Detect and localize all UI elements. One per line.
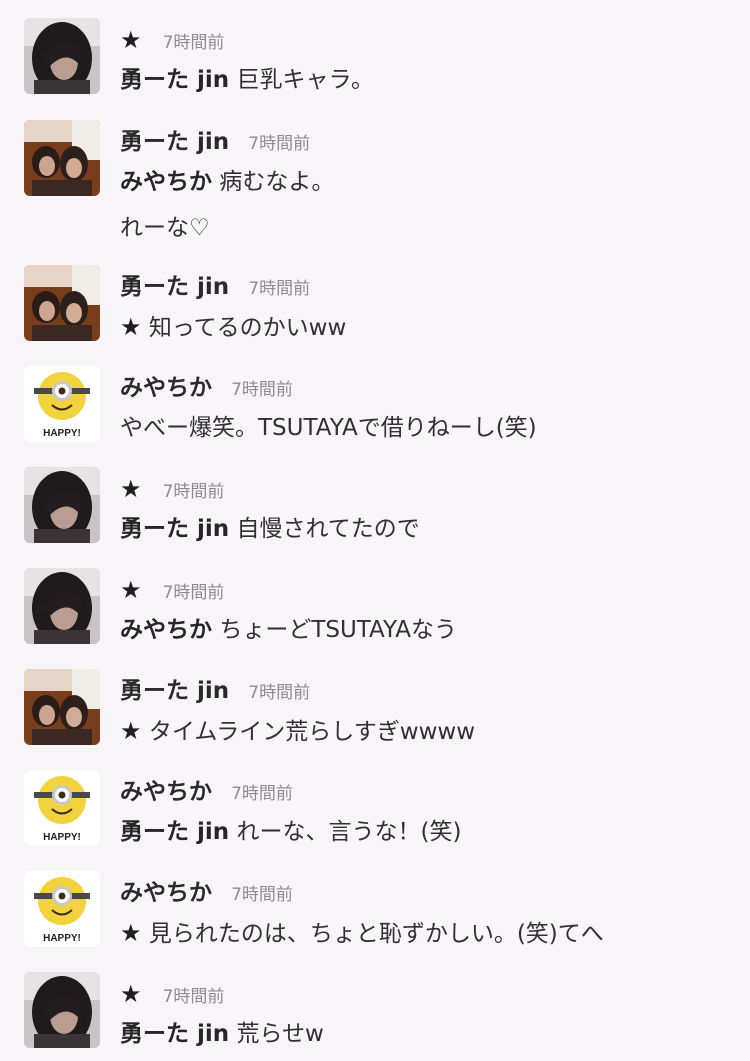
message-text: 病むなよ。 xyxy=(219,169,335,195)
timestamp: 7時間前 xyxy=(162,987,225,1007)
avatar[interactable] xyxy=(24,669,100,745)
timeline-feed: ★ 7時間前 勇ーた jin 巨乳キャラ。 勇ーた jin 7時間前 みやちか … xyxy=(0,0,750,1061)
star-icon[interactable]: ★ xyxy=(120,26,142,54)
avatar[interactable]: HAPPY! xyxy=(24,871,100,947)
author-name[interactable]: みやちか xyxy=(120,779,212,805)
message: 勇ーた jin 巨乳キャラ。 xyxy=(120,64,374,96)
message: 勇ーた jin れーな、言うな！(笑) xyxy=(120,816,461,848)
message-text: 見られたのは、ちょと恥ずかしい。(笑)てへ xyxy=(148,921,604,947)
message-text: 自慢されてたので xyxy=(236,516,420,542)
avatar-minion-image: HAPPY! xyxy=(24,366,100,442)
message-lead[interactable]: 勇ーた jin xyxy=(120,67,229,93)
timestamp: 7時間前 xyxy=(248,683,311,703)
message-text: タイムライン荒らしすぎwwww xyxy=(148,719,476,745)
author-name[interactable]: みやちか xyxy=(120,880,212,906)
avatar[interactable] xyxy=(24,18,100,94)
timestamp: 7時間前 xyxy=(248,279,311,299)
avatar-dark-hair-image xyxy=(24,467,100,543)
star-icon[interactable]: ★ xyxy=(120,919,142,947)
message: やべー爆笑。TSUTAYAで借りねーし(笑) xyxy=(120,412,537,444)
avatar-badge: HAPPY! xyxy=(43,428,81,439)
author-name[interactable]: 勇ーた jin xyxy=(120,678,229,704)
message-extra-line: れーな♡ xyxy=(120,215,210,241)
entry-header: みやちか 7時間前 xyxy=(120,877,293,911)
message-lead[interactable]: 勇ーた jin xyxy=(120,516,229,542)
message-text: 荒らせw xyxy=(236,1021,324,1047)
avatar[interactable] xyxy=(24,972,100,1048)
message: ★ 見られたのは、ちょと恥ずかしい。(笑)てへ xyxy=(120,917,604,950)
avatar-minion-image: HAPPY! xyxy=(24,770,100,846)
timestamp: 7時間前 xyxy=(231,885,293,905)
avatar-minion-image: HAPPY! xyxy=(24,871,100,947)
timestamp: 7時間前 xyxy=(162,33,225,53)
message-lead[interactable]: みやちか xyxy=(120,169,212,195)
star-icon[interactable]: ★ xyxy=(120,980,142,1008)
message: ★ 知ってるのかいww xyxy=(120,311,346,344)
entry-header: 勇ーた jin 7時間前 xyxy=(120,126,310,160)
author-name[interactable]: 勇ーた jin xyxy=(120,129,229,155)
timestamp: 7時間前 xyxy=(231,380,293,400)
avatar[interactable]: HAPPY! xyxy=(24,770,100,846)
entry-header: ★ 7時間前 xyxy=(120,24,224,59)
avatar[interactable]: HAPPY! xyxy=(24,366,100,442)
avatar-dark-hair-image xyxy=(24,568,100,644)
timestamp: 7時間前 xyxy=(231,784,293,804)
author-name[interactable]: みやちか xyxy=(120,375,212,401)
message-text: 知ってるのかいww xyxy=(148,315,347,341)
message: みやちか 病むなよ。 xyxy=(120,166,334,198)
entry-header: ★ 7時間前 xyxy=(120,473,224,508)
avatar-badge: HAPPY! xyxy=(43,933,81,944)
message-lead[interactable]: 勇ーた jin xyxy=(120,819,229,845)
avatar-two-friends-image xyxy=(24,669,100,745)
entry-header: みやちか 7時間前 xyxy=(120,372,293,406)
entry-header: 勇ーた jin 7時間前 xyxy=(120,271,310,305)
message: みやちか ちょーどTSUTAYAなう xyxy=(120,614,457,646)
avatar-badge: HAPPY! xyxy=(43,832,81,843)
star-icon[interactable]: ★ xyxy=(120,576,142,604)
timestamp: 7時間前 xyxy=(162,583,225,603)
star-icon[interactable]: ★ xyxy=(120,717,142,745)
avatar[interactable] xyxy=(24,120,100,196)
message: 勇ーた jin 自慢されてたので xyxy=(120,513,420,545)
message: 勇ーた jin 荒らせw xyxy=(120,1018,324,1050)
message-text: 巨乳キャラ。 xyxy=(236,67,375,93)
avatar-two-friends-image xyxy=(24,120,100,196)
timestamp: 7時間前 xyxy=(248,134,311,154)
entry-header: みやちか 7時間前 xyxy=(120,776,293,810)
avatar-dark-hair-image xyxy=(24,972,100,1048)
avatar[interactable] xyxy=(24,467,100,543)
message-lead[interactable]: 勇ーた jin xyxy=(120,1021,229,1047)
entry-header: ★ 7時間前 xyxy=(120,978,224,1013)
message-lead[interactable]: みやちか xyxy=(120,617,212,643)
entry-header: ★ 7時間前 xyxy=(120,574,224,609)
author-name[interactable]: 勇ーた jin xyxy=(120,274,229,300)
avatar-two-friends-image xyxy=(24,265,100,341)
message: ★ タイムライン荒らしすぎwwww xyxy=(120,715,475,748)
message-text: ちょーどTSUTAYAなう xyxy=(219,617,458,643)
message-text: やべー爆笑。TSUTAYAで借りねーし(笑) xyxy=(120,415,537,441)
avatar[interactable] xyxy=(24,568,100,644)
avatar-dark-hair-image xyxy=(24,18,100,94)
avatar[interactable] xyxy=(24,265,100,341)
star-icon[interactable]: ★ xyxy=(120,475,142,503)
star-icon[interactable]: ★ xyxy=(120,313,142,341)
message-text: れーな、言うな！(笑) xyxy=(236,819,462,845)
timestamp: 7時間前 xyxy=(162,482,225,502)
entry-header: 勇ーた jin 7時間前 xyxy=(120,675,310,709)
